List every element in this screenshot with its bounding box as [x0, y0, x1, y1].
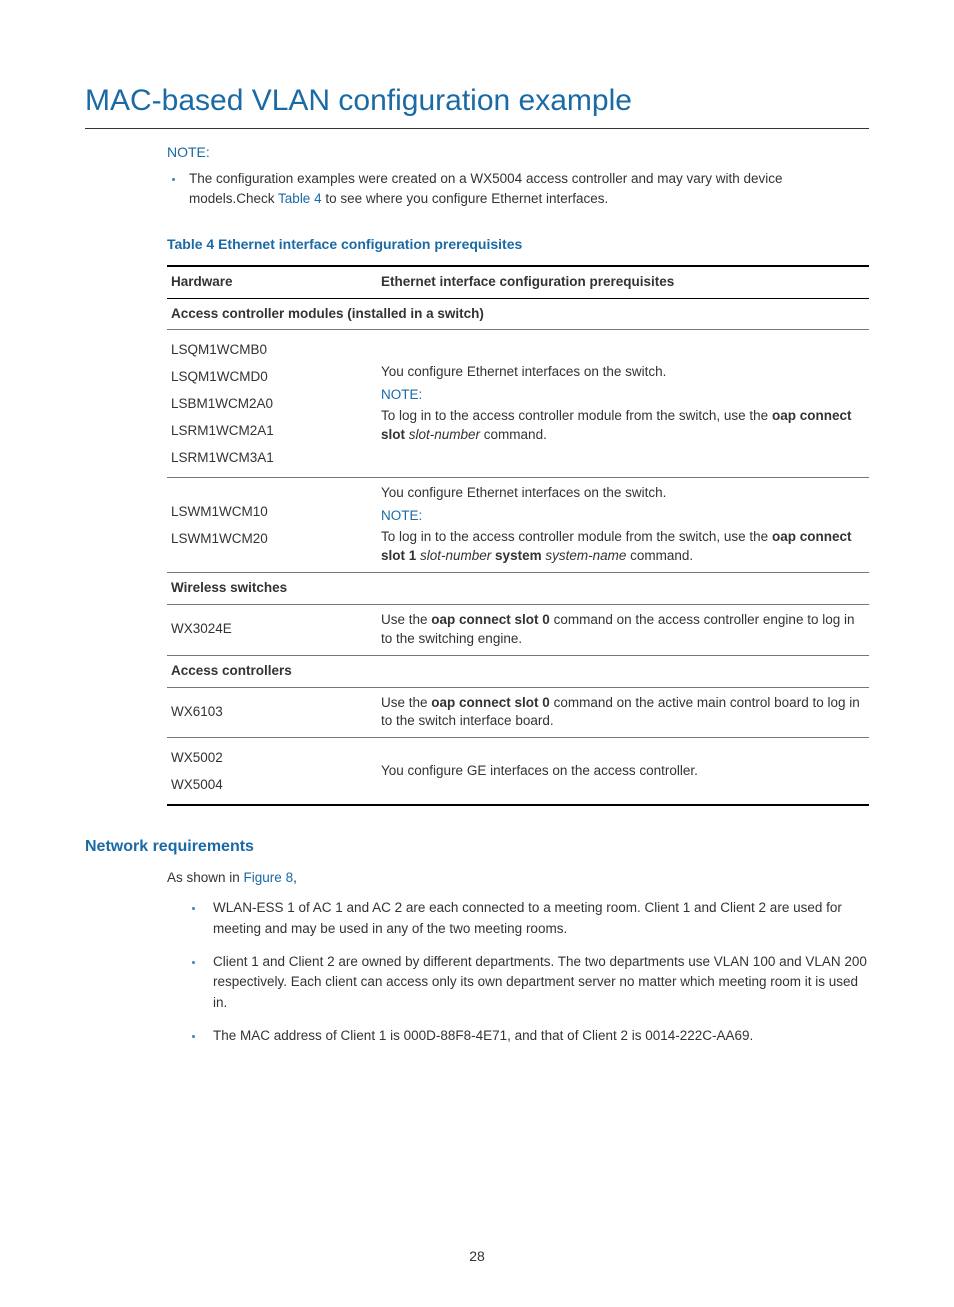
text: To log in to the access controller modul… — [381, 529, 772, 544]
section-heading-network-req: Network requirements — [85, 836, 869, 858]
req-line: To log in to the access controller modul… — [381, 407, 861, 445]
note-block: NOTE: The configuration examples were cr… — [167, 143, 869, 209]
cmd-bold: system — [491, 548, 545, 563]
text: Use the — [381, 695, 431, 710]
th-hardware: Hardware — [167, 266, 377, 298]
req-cell-4: Use the oap connect slot 0 command on th… — [377, 687, 869, 738]
req-cell-3: Use the oap connect slot 0 command on th… — [377, 604, 869, 655]
note-text-post: to see where you configure Ethernet inte… — [322, 191, 609, 206]
inline-note: NOTE: — [381, 507, 861, 526]
hw-cell-4: WX6103 — [167, 687, 377, 738]
hw-item: LSWM1WCM20 — [171, 525, 369, 552]
req-bullet: WLAN-ESS 1 of AC 1 and AC 2 are each con… — [205, 898, 869, 940]
text: As shown in — [167, 870, 244, 885]
cmd-italic: slot-number — [409, 427, 480, 442]
req-bullet: Client 1 and Client 2 are owned by diffe… — [205, 952, 869, 1015]
section-ws: Wireless switches — [167, 573, 869, 605]
section-acm: Access controller modules (installed in … — [167, 298, 869, 330]
cmd-italic: slot-number — [420, 548, 491, 563]
inline-note: NOTE: — [381, 386, 861, 405]
note-link-table4[interactable]: Table 4 — [278, 191, 322, 206]
note-bullet: The configuration examples were created … — [185, 169, 869, 210]
note-label: NOTE: — [167, 143, 869, 163]
text: command. — [626, 548, 693, 563]
hw-item: WX5004 — [171, 771, 369, 798]
hw-item: LSQM1WCMD0 — [171, 363, 369, 390]
hw-item: LSQM1WCMB0 — [171, 336, 369, 363]
prereq-table: Hardware Ethernet interface configuratio… — [167, 265, 869, 807]
cmd-italic: system-name — [545, 548, 626, 563]
text: , — [293, 870, 297, 885]
req-intro: As shown in Figure 8, — [167, 869, 869, 888]
hw-cell-5: WX5002 WX5004 — [167, 738, 377, 806]
note-list: The configuration examples were created … — [167, 169, 869, 210]
text: command. — [480, 427, 547, 442]
hw-item: LSRM1WCM2A1 — [171, 417, 369, 444]
title-rule — [85, 128, 869, 129]
page-title: MAC-based VLAN configuration example — [85, 80, 869, 122]
hw-item: WX5002 — [171, 744, 369, 771]
text: To log in to the access controller modul… — [381, 408, 772, 423]
hw-item: LSRM1WCM3A1 — [171, 444, 369, 471]
th-req: Ethernet interface configuration prerequ… — [377, 266, 869, 298]
req-line: You configure Ethernet interfaces on the… — [381, 484, 861, 503]
table-caption: Table 4 Ethernet interface configuration… — [167, 235, 869, 255]
hw-item: LSWM1WCM10 — [171, 498, 369, 525]
req-list: WLAN-ESS 1 of AC 1 and AC 2 are each con… — [167, 898, 869, 1048]
hw-item: LSBM1WCM2A0 — [171, 390, 369, 417]
hw-cell-1: LSQM1WCMB0 LSQM1WCMD0 LSBM1WCM2A0 LSRM1W… — [167, 330, 377, 478]
req-body: As shown in Figure 8, WLAN-ESS 1 of AC 1… — [167, 869, 869, 1047]
cmd-bold: oap connect slot 0 — [431, 612, 550, 627]
section-ac: Access controllers — [167, 655, 869, 687]
hw-cell-2: LSWM1WCM10 LSWM1WCM20 — [167, 478, 377, 573]
req-line: To log in to the access controller modul… — [381, 528, 861, 566]
req-line: You configure Ethernet interfaces on the… — [381, 363, 861, 382]
req-cell-2: You configure Ethernet interfaces on the… — [377, 478, 869, 573]
req-cell-5: You configure GE interfaces on the acces… — [377, 738, 869, 806]
cmd-bold: oap connect slot 0 — [431, 695, 550, 710]
link-figure8[interactable]: Figure 8 — [244, 870, 294, 885]
req-bullet: The MAC address of Client 1 is 000D-88F8… — [205, 1026, 869, 1047]
page-number: 28 — [85, 1247, 869, 1267]
req-cell-1: You configure Ethernet interfaces on the… — [377, 330, 869, 478]
hw-cell-3: WX3024E — [167, 604, 377, 655]
text: Use the — [381, 612, 431, 627]
